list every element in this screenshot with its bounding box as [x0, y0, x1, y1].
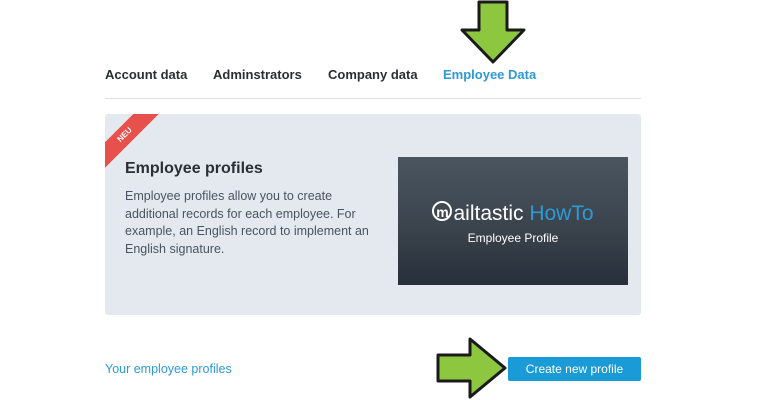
mailtastic-logo-icon: m — [432, 201, 453, 221]
tab-company-data[interactable]: Company data — [328, 67, 418, 82]
video-brand: ailtastic — [453, 202, 524, 225]
tab-account-data[interactable]: Account data — [105, 67, 187, 82]
tab-administrators[interactable]: Adminstrators — [213, 67, 302, 82]
arrow-down-icon — [460, 0, 526, 64]
video-subtitle: Employee Profile — [467, 231, 559, 245]
arrow-right-icon — [436, 337, 507, 399]
your-employee-profiles-link[interactable]: Your employee profiles — [105, 362, 232, 376]
card-description: Employee profiles allow you to create ad… — [125, 189, 369, 256]
tab-employee-data[interactable]: Employee Data — [443, 67, 536, 82]
video-title: m ailtastic HowTo — [398, 201, 628, 226]
employee-profiles-card: NEU Employee profiles Employee profiles … — [105, 114, 641, 315]
create-new-profile-button[interactable]: Create new profile — [508, 357, 641, 381]
card-title: Employee profiles — [125, 160, 263, 177]
howto-video-thumbnail[interactable]: m ailtastic HowTo Employee Profile — [398, 157, 628, 285]
video-howto: HowTo — [523, 202, 594, 225]
account-tabs: Account data Adminstrators Company data … — [105, 62, 641, 99]
